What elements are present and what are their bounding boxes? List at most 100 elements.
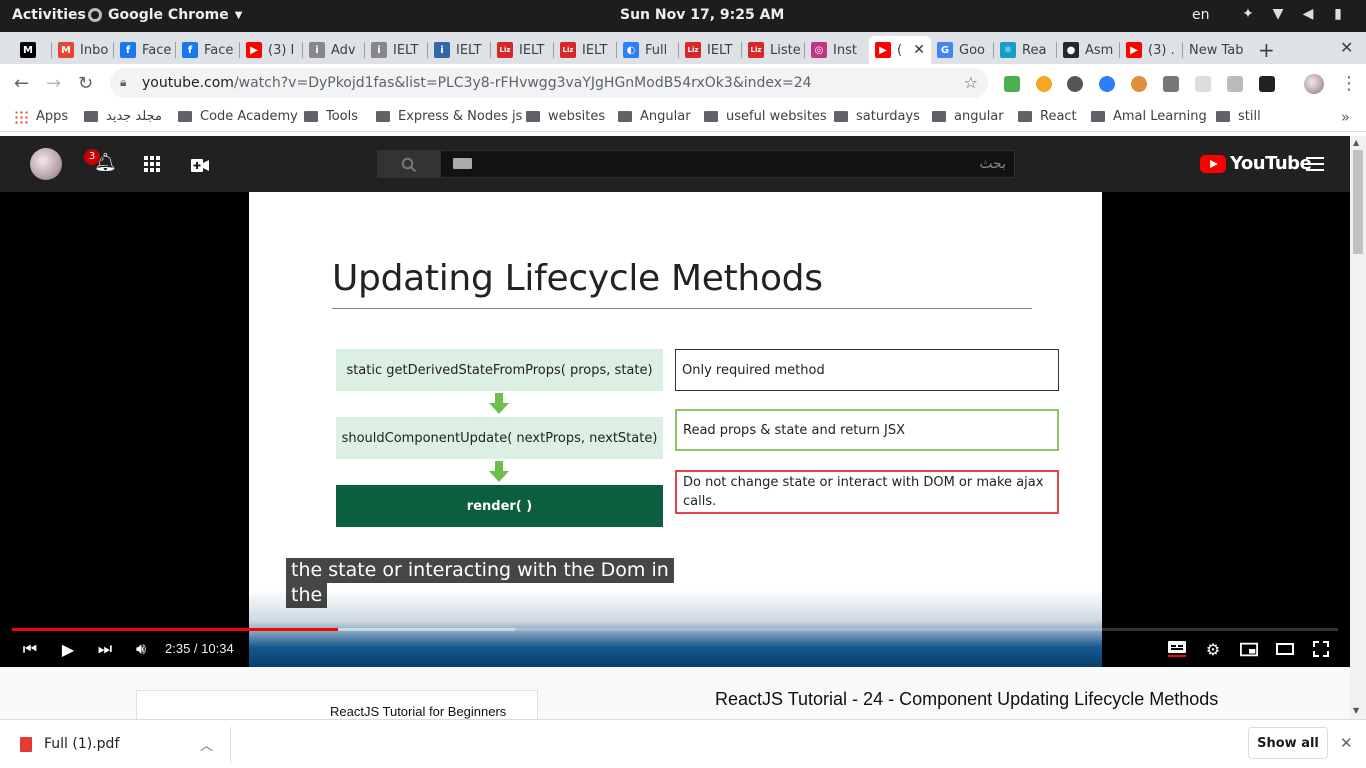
reload-icon[interactable]: ↻ (78, 73, 93, 94)
keyboard-icon[interactable] (453, 158, 472, 169)
bookmark-folder[interactable]: React (1018, 109, 1077, 124)
hamburger-menu-icon[interactable] (1306, 157, 1324, 171)
create-video-icon[interactable] (191, 157, 209, 172)
browser-tab[interactable]: ● Asm (1057, 36, 1120, 64)
browser-tab[interactable]: ⚛ Rea (994, 36, 1057, 64)
system-tray[interactable]: ✦ ▼ ◀ ▮ (1240, 6, 1346, 24)
pdf-icon (20, 736, 32, 752)
window-close-icon[interactable]: ✕ (1340, 38, 1353, 57)
next-video-icon[interactable]: ⏭︎ (96, 639, 114, 658)
browser-tab[interactable]: f Face (114, 36, 176, 64)
tab-title: ‫. (3) (1148, 42, 1175, 58)
bookmark-folder[interactable]: Angular (618, 109, 691, 124)
bookmark-folder[interactable]: saturdays (834, 109, 920, 124)
settings-gear-icon[interactable]: ⚙ (1204, 640, 1222, 659)
search-input[interactable]: بحث (440, 150, 1015, 178)
time-display: 2:35 / 10:34 (165, 641, 234, 656)
apps-shortcut[interactable]: Apps (14, 109, 68, 124)
video-title: ReactJS Tutorial - 24 - Component Updati… (715, 689, 1219, 709)
scroll-down-arrow-icon[interactable]: ▼ (1353, 706, 1359, 715)
download-file-name: Full (1).pdf (44, 736, 120, 752)
bookmark-label: Code Academy (200, 109, 298, 124)
bookmark-folder[interactable]: websites (526, 109, 605, 124)
back-arrow-icon[interactable]: ← (14, 73, 29, 94)
play-icon[interactable]: ▶ (59, 640, 77, 659)
tab-close-icon[interactable]: ✕ (913, 42, 925, 58)
wifi-icon[interactable]: ▼ (1270, 6, 1286, 24)
browser-tab[interactable]: i IELT (365, 36, 428, 64)
address-url[interactable]: youtube.com/watch?v=DyPkojd1fas&list=PLC… (142, 75, 812, 91)
bookmark-star-icon[interactable]: ☆ (964, 73, 978, 92)
subtitles-icon[interactable] (1168, 640, 1186, 658)
fullscreen-icon[interactable] (1312, 640, 1330, 658)
browser-tab[interactable]: i IELT (428, 36, 491, 64)
volume-icon[interactable]: 🔊︎ (132, 639, 150, 658)
bookmark-folder[interactable]: Express & Nodes js (376, 109, 522, 124)
new-tab-button[interactable]: + (1258, 38, 1275, 62)
sheets-extension-icon[interactable] (1004, 76, 1020, 92)
video-player[interactable]: Updating Lifecycle Methods static getDer… (0, 192, 1350, 667)
medium-icon: M (20, 42, 36, 58)
battery-icon[interactable]: ▮ (1330, 6, 1346, 24)
lock-icon[interactable]: 🔒︎ (120, 75, 126, 90)
scroll-up-arrow-icon[interactable]: ▲ (1353, 138, 1359, 147)
browser-tab[interactable]: Liz Liste (742, 36, 805, 64)
account-avatar[interactable] (30, 148, 62, 180)
bookmark-folder[interactable]: useful websites (704, 109, 827, 124)
app-menu[interactable]: Google Chrome ▼ (88, 7, 242, 23)
playlist-title[interactable]: ReactJS Tutorial for Beginners (330, 704, 506, 719)
bookmark-folder[interactable]: still (1216, 109, 1261, 124)
forward-arrow-icon[interactable]: → (46, 73, 61, 94)
activities-button[interactable]: Activities (12, 7, 86, 23)
bookmark-folder[interactable]: angular (932, 109, 1004, 124)
browser-tab[interactable]: M Inbo (52, 36, 114, 64)
miniplayer-icon[interactable] (1240, 640, 1258, 658)
browser-tab[interactable]: i Adv (303, 36, 365, 64)
google-translate-icon: G (937, 42, 953, 58)
browser-tab[interactable]: G Goo (931, 36, 994, 64)
youtube-logo[interactable]: YouTube (1200, 153, 1312, 174)
progress-played[interactable] (12, 628, 338, 631)
browser-tab[interactable]: Liz IELT (491, 36, 554, 64)
ae-extension-icon[interactable] (1259, 76, 1275, 92)
search-button[interactable] (377, 150, 441, 178)
bookmark-folder[interactable]: Code Academy (178, 109, 298, 124)
download-item[interactable]: Full (1).pdf (20, 736, 119, 752)
bookmark-label: Express & Nodes js (398, 109, 523, 124)
bookmark-folder[interactable]: Amal Learning (1091, 109, 1207, 124)
bookmarks-overflow-icon[interactable]: » (1341, 108, 1350, 126)
browser-tab[interactable]: M (14, 36, 52, 64)
theater-mode-icon[interactable] (1276, 640, 1294, 658)
previous-video-icon[interactable]: ⏮︎ (21, 639, 39, 658)
chrome-menu-icon[interactable]: ⋮ (1340, 73, 1358, 94)
volume-icon[interactable]: ◀ (1300, 6, 1316, 24)
browser-tab[interactable]: f Face (176, 36, 240, 64)
bookmark-folder[interactable]: مجلد جديد (84, 109, 162, 124)
accessibility-icon[interactable]: ✦ (1240, 6, 1256, 24)
browser-tab[interactable]: ◎ Inst (805, 36, 869, 64)
extension-icon[interactable] (1036, 76, 1052, 92)
bookmark-folder[interactable]: Tools (304, 109, 358, 124)
youtube-apps-icon[interactable] (144, 156, 160, 172)
show-all-button[interactable]: Show all (1248, 727, 1328, 759)
profile-avatar[interactable] (1304, 74, 1324, 94)
address-bar[interactable]: 🔒︎ youtube.com/watch?v=DyPkojd1fas&list=… (110, 68, 988, 98)
browser-tab[interactable]: Liz IELT (554, 36, 617, 64)
close-download-bar-icon[interactable]: ✕ (1340, 734, 1353, 752)
browser-tab[interactable]: ▶ (3) I (240, 36, 303, 64)
extension-icon[interactable] (1195, 76, 1211, 92)
browser-tab[interactable]: New Tab (1183, 36, 1245, 64)
browser-tab[interactable]: ▶ ‫. (3) (1120, 36, 1183, 64)
input-language[interactable]: en (1192, 7, 1210, 23)
wordpress-extension-icon[interactable] (1067, 76, 1083, 92)
extension-icon[interactable] (1099, 76, 1115, 92)
chevron-up-icon[interactable]: ︿ (200, 735, 213, 754)
browser-tab[interactable]: Liz IELT (679, 36, 742, 64)
browser-tab[interactable]: ▶ (✕ (869, 36, 931, 64)
extension-icon[interactable] (1131, 76, 1147, 92)
scrollbar-thumb[interactable] (1353, 150, 1363, 254)
color-picker-extension-icon[interactable] (1163, 76, 1179, 92)
browser-tab[interactable]: ◐ Full (617, 36, 679, 64)
system-clock[interactable]: Sun Nov 17, 9:25 AM (620, 7, 784, 23)
extension-icon[interactable] (1227, 76, 1243, 92)
